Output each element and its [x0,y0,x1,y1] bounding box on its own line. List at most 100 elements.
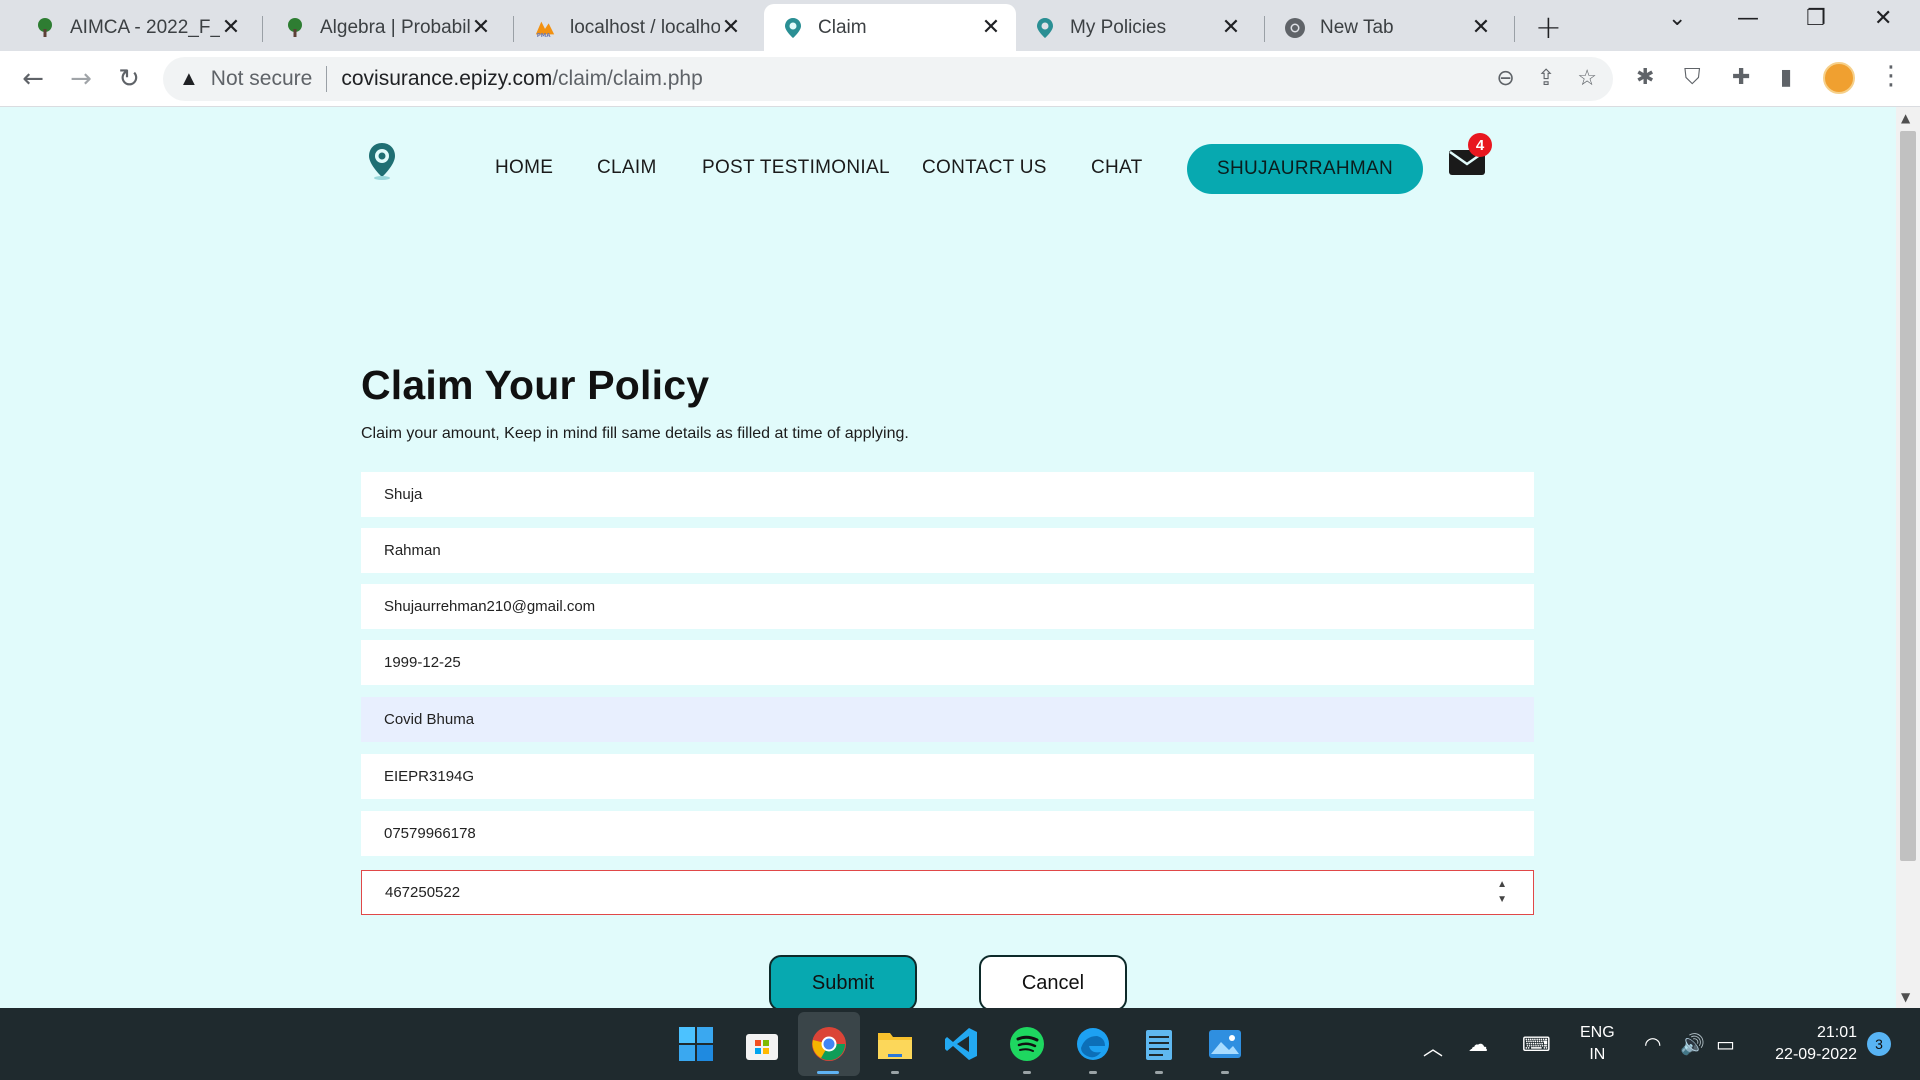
explorer-running-indicator [891,1071,899,1074]
back-icon[interactable]: ← [17,63,49,95]
forward-icon[interactable]: → [65,63,97,95]
phpmyadmin-icon: PMA [534,17,556,39]
number-stepper[interactable]: ▲ ▼ [1497,877,1507,907]
field-value: Rahman [384,542,441,559]
bookmark-star-icon[interactable]: ☆ [1577,65,1597,91]
security-label[interactable]: Not secure [211,67,313,91]
field-value: EIEPR3194G [384,768,475,785]
user-account-button[interactable]: SHUJAURRAHMAN [1187,144,1423,194]
last-name-field[interactable]: Rahman [361,528,1534,573]
restore-icon[interactable]: ❐ [1806,6,1826,31]
site-logo-icon[interactable] [367,141,397,181]
new-tab-button[interactable]: + [1535,8,1562,46]
omnibox-actions: ⊖ ⇪ ☆ [1496,65,1597,91]
nav-home[interactable]: HOME [495,157,553,179]
reload-icon[interactable]: ↻ [113,63,145,95]
language-indicator[interactable]: ENG IN [1580,1022,1615,1066]
amount-number-field[interactable]: 467250522 ▲ ▼ [361,870,1534,915]
warning-icon[interactable]: ▲ [179,68,199,91]
chrome-icon[interactable] [809,1024,849,1064]
shield-extension-icon[interactable]: ⛉ [1684,65,1701,90]
close-icon[interactable]: ✕ [980,15,1002,40]
keyboard-icon[interactable]: ⌨ [1522,1032,1551,1056]
close-icon[interactable]: ✕ [470,15,492,40]
nav-claim[interactable]: CLAIM [597,157,657,179]
file-explorer-icon[interactable] [875,1024,915,1064]
windows-taskbar: ︿ ☁ ⌨ ENG IN ◠ 🔊 ▭ 21:01 22-09-2022 3 [0,1008,1920,1080]
address-bar[interactable]: ▲ Not secure covisurance.epizy.com/claim… [163,57,1613,101]
battery-icon[interactable]: ▭ [1716,1032,1735,1056]
tab-search-icon[interactable]: ⌄ [1668,6,1686,31]
menu-icon[interactable]: ⋮ [1878,61,1904,91]
svg-text:PMA: PMA [537,33,552,39]
chrome-running-indicator [817,1071,839,1074]
side-panel-icon[interactable]: ▮ [1780,65,1792,90]
close-icon[interactable]: ✕ [220,15,242,40]
tab-aimca[interactable]: AIMCA - 2022_F_Ba ✕ [16,4,256,51]
nav-contact-us[interactable]: CONTACT US [922,157,1047,179]
edge-running-indicator [1089,1071,1097,1074]
browser-toolbar: ← → ↻ ▲ Not secure covisurance.epizy.com… [0,51,1920,107]
language-code: ENG [1580,1024,1615,1041]
page-subtitle: Claim your amount, Keep in mind fill sam… [361,425,909,442]
close-icon[interactable]: ✕ [720,15,742,40]
field-value: 07579966178 [384,825,476,842]
notification-count-badge[interactable]: 3 [1867,1032,1891,1056]
profile-avatar[interactable] [1823,62,1855,94]
field-value: Shujaurrehman210@gmail.com [384,598,596,615]
zoom-icon[interactable]: ⊖ [1496,65,1514,91]
tab-phpmyadmin[interactable]: PMA localhost / localhos ✕ [516,4,756,51]
cancel-button[interactable]: Cancel [979,955,1127,1008]
notepad-icon[interactable] [1139,1024,1179,1064]
pan-number-field[interactable]: EIEPR3194G [361,754,1534,799]
nav-post-testimonial[interactable]: POST TESTIMONIAL [702,157,890,179]
clock-date: 22-09-2022 [1775,1046,1857,1063]
windows-start-icon[interactable] [676,1024,716,1064]
close-icon[interactable]: ✕ [1220,15,1242,40]
extensions-puzzle-icon[interactable]: ✚ [1732,65,1750,90]
dob-field[interactable]: 1999-12-25 [361,640,1534,685]
microsoft-store-icon[interactable] [742,1024,782,1064]
vscode-icon[interactable] [941,1024,981,1064]
window-close-icon[interactable]: ✕ [1874,6,1892,31]
edge-icon[interactable] [1073,1024,1113,1064]
scrollbar-thumb[interactable] [1900,131,1916,861]
wifi-icon[interactable]: ◠ [1644,1032,1661,1056]
minimize-icon[interactable]: — [1737,6,1759,31]
volume-icon[interactable]: 🔊 [1680,1032,1705,1056]
tab-strip: AIMCA - 2022_F_Ba ✕ Algebra | Probabilit… [0,0,1920,51]
phone-field[interactable]: 07579966178 [361,811,1534,856]
page-scrollbar[interactable]: ▲ ▼ [1896,107,1920,1008]
scroll-up-icon[interactable]: ▲ [1901,111,1910,125]
photos-icon[interactable] [1205,1024,1245,1064]
system-clock[interactable]: 21:01 22-09-2022 [1757,1022,1857,1066]
chevron-up-icon[interactable]: ︿ [1423,1032,1443,1061]
stepper-down-icon[interactable]: ▼ [1497,892,1507,907]
omnibox-divider [326,66,328,92]
submit-button[interactable]: Submit [769,955,917,1008]
tab-my-policies[interactable]: My Policies ✕ [1016,4,1256,51]
email-field[interactable]: Shujaurrehman210@gmail.com [361,584,1534,629]
tab-new-tab[interactable]: New Tab ✕ [1266,4,1506,51]
tab-title: AIMCA - 2022_F_Ba [70,16,220,38]
bug-extension-icon[interactable]: ✱ [1636,65,1654,90]
url-text[interactable]: covisurance.epizy.com/claim/claim.php [341,67,702,91]
share-icon[interactable]: ⇪ [1537,65,1555,91]
scroll-down-icon[interactable]: ▼ [1901,990,1910,1004]
close-icon[interactable]: ✕ [1470,15,1492,40]
spotify-icon[interactable] [1007,1024,1047,1064]
tab-title: New Tab [1320,16,1394,38]
tab-claim[interactable]: Claim ✕ [764,4,1016,51]
tab-title: Algebra | Probabilit [320,16,470,38]
tab-title: My Policies [1070,16,1167,38]
url-host: covisurance.epizy.com [341,67,553,90]
policy-name-field[interactable]: Covid Bhuma [361,697,1534,742]
nav-chat[interactable]: CHAT [1091,157,1143,179]
first-name-field[interactable]: Shuja [361,472,1534,517]
photos-running-indicator [1221,1071,1229,1074]
language-region: IN [1589,1046,1606,1063]
tab-algebra[interactable]: Algebra | Probabilit ✕ [266,4,506,51]
onedrive-cloud-icon[interactable]: ☁ [1468,1032,1488,1056]
url-path: /claim/claim.php [552,67,703,90]
stepper-up-icon[interactable]: ▲ [1497,877,1507,892]
